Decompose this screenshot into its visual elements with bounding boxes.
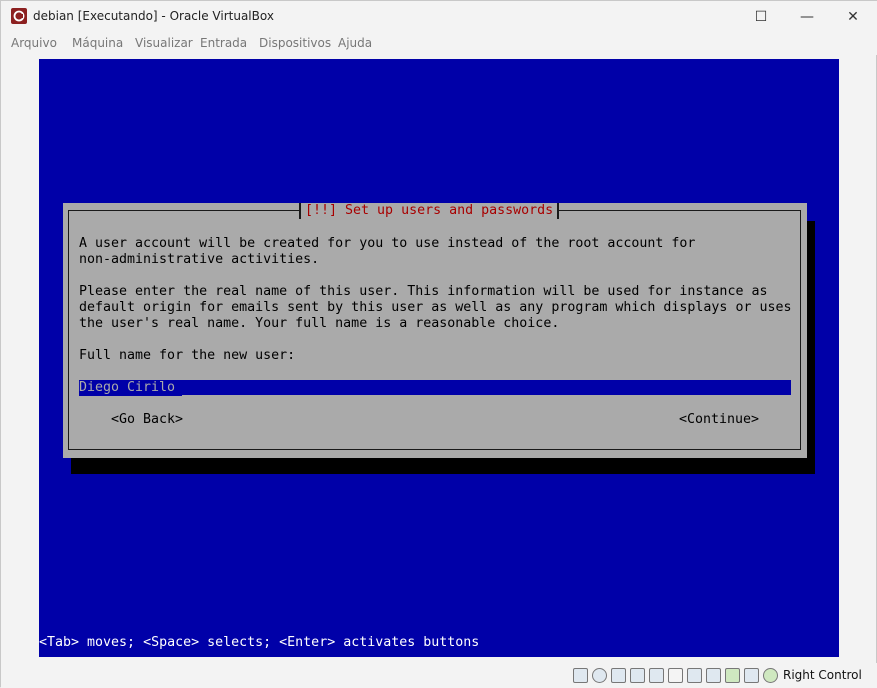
title-bar[interactable]: debian [Executando] - Oracle VirtualBox … (1, 1, 877, 33)
minimize-button[interactable]: — (784, 1, 830, 33)
close-button[interactable]: ✕ (830, 1, 876, 33)
menu-visualizar[interactable]: Visualizar (135, 36, 193, 50)
close-icon: ✕ (847, 9, 859, 25)
host-key-label: Right Control (783, 668, 862, 682)
virtualbox-window: debian [Executando] - Oracle VirtualBox … (0, 0, 877, 688)
keyboard-help-line: <Tab> moves; <Space> selects; <Enter> ac… (39, 635, 480, 650)
menu-arquivo[interactable]: Arquivo (11, 36, 57, 50)
optical-drive-icon[interactable] (592, 668, 607, 683)
info-line-2: default origin for emails sent by this u… (79, 300, 792, 315)
intro-line-1: A user account will be created for you t… (79, 236, 696, 251)
vm-display[interactable]: [!!] Set up users and passwords A user a… (39, 59, 839, 657)
cpu-icon[interactable] (744, 668, 759, 683)
video-capture-icon[interactable] (706, 668, 721, 683)
mouse-integration-icon[interactable] (763, 668, 778, 683)
menu-entrada[interactable]: Entrada (200, 36, 247, 50)
maximize-button[interactable]: ☐ (738, 1, 784, 33)
menu-bar: Arquivo Máquina Visualizar Entrada Dispo… (1, 33, 877, 55)
network-icon[interactable] (630, 668, 645, 683)
hard-disk-icon[interactable] (573, 668, 588, 683)
audio-icon[interactable] (611, 668, 626, 683)
continue-button[interactable]: <Continue> (679, 412, 759, 428)
maximize-icon: ☐ (754, 9, 768, 25)
input-underline (182, 380, 791, 396)
window-title: debian [Executando] - Oracle VirtualBox (33, 9, 274, 23)
status-bar: Right Control (1, 663, 877, 688)
shared-folders-icon[interactable] (668, 668, 683, 683)
menu-dispositivos[interactable]: Dispositivos (259, 36, 331, 50)
usb-icon[interactable] (649, 668, 664, 683)
menu-maquina[interactable]: Máquina (72, 36, 123, 50)
installer-dialog: [!!] Set up users and passwords A user a… (63, 203, 807, 458)
minimize-icon: — (800, 9, 814, 25)
intro-line-2: non-administrative activities. (79, 252, 320, 267)
full-name-value: Diego Cirilo (79, 380, 176, 395)
info-line-3: the user's real name. Your full name is … (79, 316, 560, 331)
full-name-input[interactable]: Diego Cirilo (79, 380, 791, 396)
virtualbox-debian-icon (11, 8, 27, 24)
recording-icon[interactable] (725, 668, 740, 683)
display-icon[interactable] (687, 668, 702, 683)
menu-ajuda[interactable]: Ajuda (338, 36, 372, 50)
info-line-1: Please enter the real name of this user.… (79, 284, 768, 299)
dialog-title: [!!] Set up users and passwords (299, 203, 560, 219)
go-back-button[interactable]: <Go Back> (111, 412, 183, 428)
full-name-label: Full name for the new user: (79, 348, 296, 363)
